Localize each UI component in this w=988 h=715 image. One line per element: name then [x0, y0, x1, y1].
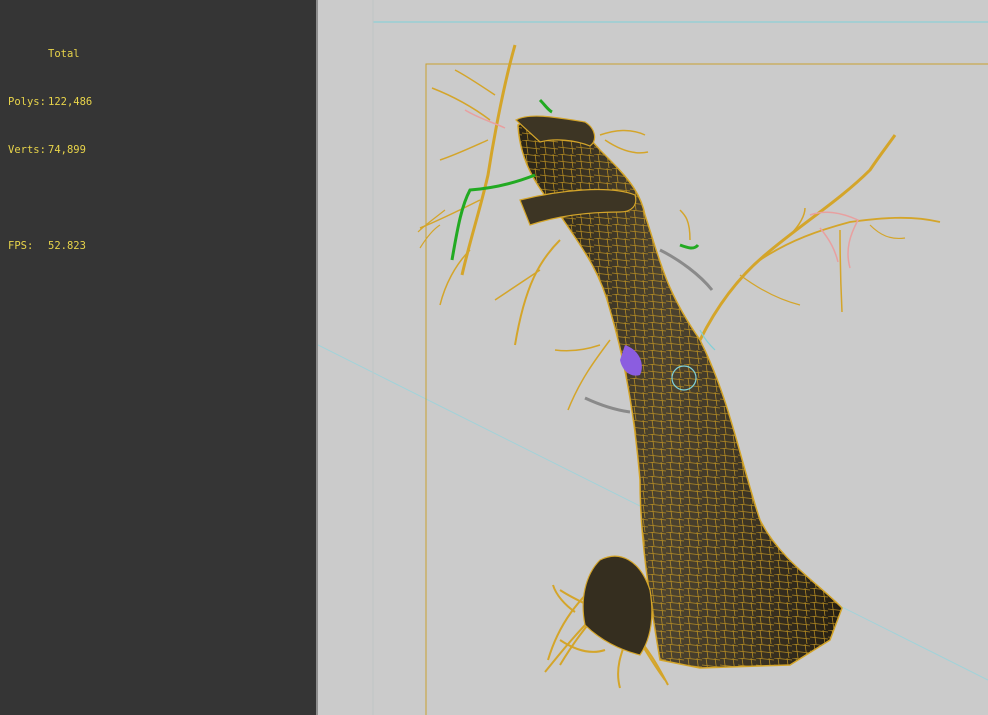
stats-verts-row: Verts: 74,899: [8, 142, 92, 158]
stats-panel: Total Polys: 122,486 Verts: 74,899 FPS: …: [0, 0, 316, 715]
stats-header: Total: [48, 48, 80, 60]
verts-value: 74,899: [48, 144, 86, 156]
verts-label: Verts:: [8, 144, 46, 156]
root-flare: [582, 555, 653, 656]
stats-fps-row: FPS: 52.823: [8, 238, 92, 254]
right-branch: [679, 134, 941, 341]
polys-value: 122,486: [48, 96, 93, 108]
fps-value: 52.823: [48, 240, 86, 252]
polys-label: Polys:: [8, 96, 46, 108]
stats-polys-row: Polys: 122,486: [8, 94, 92, 110]
3d-viewport[interactable]: [318, 0, 988, 715]
fps-label: FPS:: [8, 240, 34, 252]
viewport-canvas[interactable]: [318, 0, 988, 715]
stats-blank-row: [8, 190, 92, 206]
scene-statistics: Total Polys: 122,486 Verts: 74,899 FPS: …: [8, 14, 92, 286]
